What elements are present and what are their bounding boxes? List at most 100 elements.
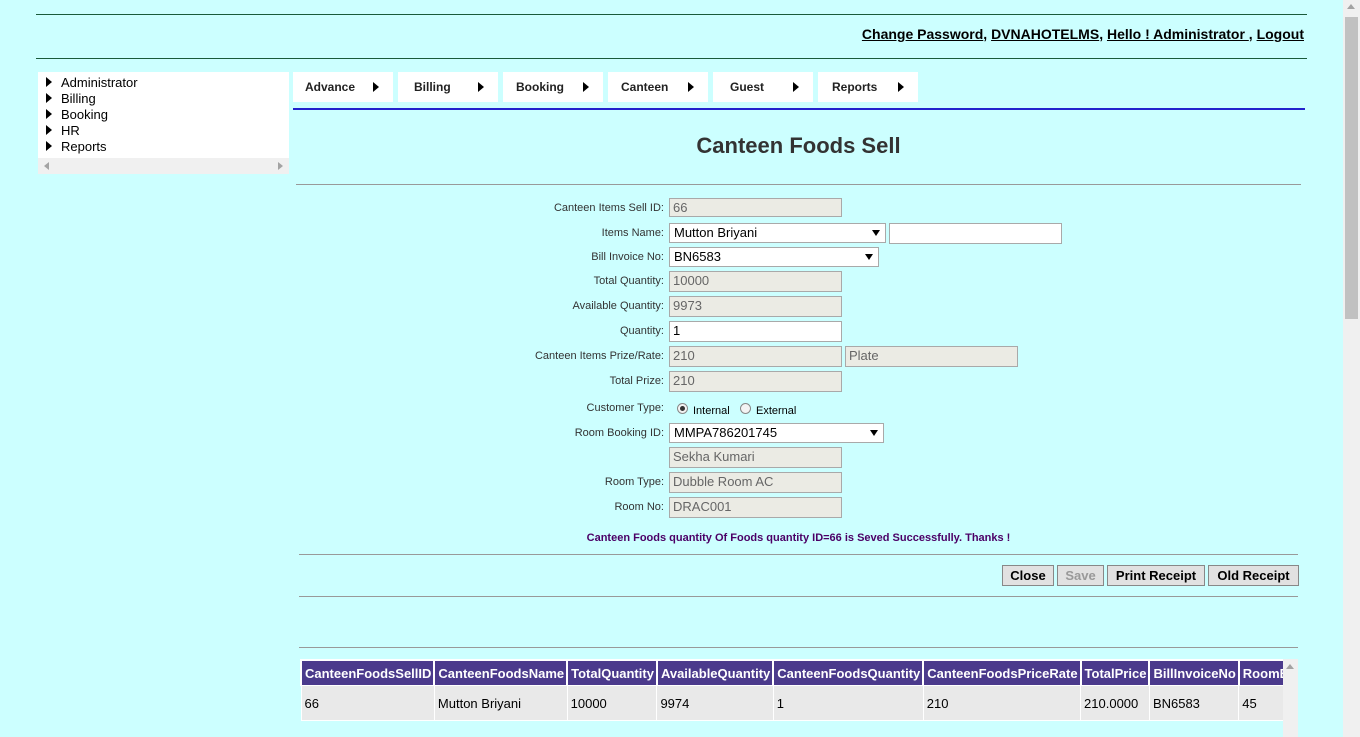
- scroll-right-icon[interactable]: [278, 162, 283, 170]
- table-cell: 10000: [566, 685, 658, 721]
- room-type-label: Room Type:: [604, 476, 664, 488]
- total-prize-field[interactable]: 210: [669, 371, 842, 392]
- bill-invoice-label: Bill Invoice No:: [591, 251, 664, 263]
- available-quantity-field[interactable]: 9973: [669, 296, 842, 317]
- grid-vertical-scrollbar[interactable]: [1283, 659, 1298, 737]
- change-password-link[interactable]: Change Password: [862, 26, 983, 42]
- chevron-down-icon: [870, 430, 878, 436]
- grid-divider: [299, 647, 1298, 648]
- scroll-up-icon[interactable]: [1347, 4, 1355, 9]
- scroll-up-icon[interactable]: [1286, 664, 1294, 669]
- form-divider: [299, 554, 1298, 555]
- column-header[interactable]: TotalQuantity: [566, 659, 658, 686]
- submenu-arrow-icon: [688, 82, 694, 92]
- table-row[interactable]: 66 Mutton Briyani 10000 9974 1 210 210.0…: [300, 685, 1284, 721]
- guest-name-field[interactable]: Sekha Kumari: [669, 447, 842, 468]
- submenu-arrow-icon: [478, 82, 484, 92]
- internal-radio-label: Internal: [693, 405, 730, 417]
- table-cell: 66: [300, 685, 435, 721]
- rate-label: Canteen Items Prize/Rate:: [534, 350, 664, 362]
- room-no-label: Room No:: [614, 501, 664, 513]
- tree-item-hr[interactable]: HR: [46, 123, 80, 138]
- room-type-field[interactable]: Dubble Room AC: [669, 472, 842, 493]
- menu-advance[interactable]: Advance: [293, 72, 393, 102]
- column-header[interactable]: CanteenFoodsPriceRate: [922, 659, 1082, 686]
- button-divider: [299, 596, 1298, 597]
- total-prize-label: Total Prize:: [609, 375, 664, 387]
- room-booking-label: Room Booking ID:: [574, 427, 664, 439]
- sell-id-field[interactable]: 66: [669, 198, 842, 217]
- chevron-down-icon: [865, 254, 873, 260]
- old-receipt-button[interactable]: Old Receipt: [1208, 565, 1299, 586]
- expand-arrow-icon: [46, 77, 52, 87]
- tree-item-reports[interactable]: Reports: [46, 139, 107, 154]
- submenu-arrow-icon: [793, 82, 799, 92]
- logout-link[interactable]: Logout: [1257, 26, 1304, 42]
- room-booking-select[interactable]: MMPA786201745: [669, 423, 884, 443]
- table-cell: Mutton Briyani: [433, 685, 568, 721]
- print-receipt-button[interactable]: Print Receipt: [1107, 565, 1205, 586]
- title-divider: [296, 184, 1301, 185]
- column-header[interactable]: BillInvoiceNo: [1148, 659, 1240, 686]
- items-name-select[interactable]: Mutton Briyani: [669, 223, 886, 243]
- menu-canteen[interactable]: Canteen: [608, 72, 708, 102]
- table-cell: 1: [772, 685, 924, 721]
- header-links: Change Password, DVNAHOTELMS, Hello ! Ad…: [861, 26, 1304, 42]
- menu-guest[interactable]: Guest: [713, 72, 813, 102]
- scroll-left-icon[interactable]: [44, 162, 49, 170]
- tree-item-billing[interactable]: Billing: [46, 91, 96, 106]
- rate-field[interactable]: 210: [669, 346, 842, 367]
- page-title: Canteen Foods Sell: [696, 133, 901, 158]
- header-rule: [36, 58, 1307, 59]
- table-cell: BN6583: [1148, 685, 1240, 721]
- external-radio-label: External: [756, 405, 797, 417]
- save-button[interactable]: Save: [1057, 565, 1104, 586]
- close-button[interactable]: Close: [1002, 565, 1054, 586]
- tree-item-booking[interactable]: Booking: [46, 107, 108, 122]
- scrollbar-thumb[interactable]: [1345, 17, 1358, 319]
- table-cell: 210.0000: [1080, 685, 1150, 721]
- tree-item-administrator[interactable]: Administrator: [46, 75, 138, 90]
- menu-reports[interactable]: Reports: [818, 72, 918, 102]
- table-cell: 9974: [656, 685, 774, 721]
- items-search-input[interactable]: [889, 223, 1062, 244]
- sidebar-tree: Administrator Billing Booking HR Reports: [38, 72, 289, 174]
- table-cell: 210: [922, 685, 1082, 721]
- submenu-arrow-icon: [373, 82, 379, 92]
- quantity-input[interactable]: 1: [669, 321, 842, 342]
- menu-booking[interactable]: Booking: [503, 72, 603, 102]
- column-header[interactable]: CanteenFoodsSellID: [300, 659, 436, 686]
- sales-table: CanteenFoodsSellID CanteenFoodsName Tota…: [300, 659, 1284, 721]
- expand-arrow-icon: [46, 93, 52, 103]
- external-radio[interactable]: [740, 403, 751, 414]
- greeting-link[interactable]: Hello ! Administrator: [1107, 26, 1249, 42]
- tree-horizontal-scrollbar[interactable]: [38, 158, 289, 174]
- column-header[interactable]: AvailableQuantity: [655, 659, 775, 686]
- submenu-arrow-icon: [898, 82, 904, 92]
- column-header[interactable]: CanteenFoodsName: [433, 659, 569, 686]
- available-quantity-label: Available Quantity:: [572, 300, 664, 312]
- hotel-name-link[interactable]: DVNAHOTELMS: [991, 26, 1099, 42]
- expand-arrow-icon: [46, 125, 52, 135]
- expand-arrow-icon: [46, 141, 52, 151]
- table-cell: 45: [1238, 685, 1284, 721]
- customer-type-label: Customer Type:: [586, 402, 664, 414]
- table-header-row: CanteenFoodsSellID CanteenFoodsName Tota…: [300, 659, 1284, 686]
- top-rule: [36, 14, 1307, 15]
- unit-field[interactable]: Plate: [845, 346, 1018, 367]
- status-message: Canteen Foods quantity Of Foods quantity…: [586, 532, 1011, 544]
- column-header[interactable]: TotalPrice: [1079, 659, 1151, 686]
- expand-arrow-icon: [46, 109, 52, 119]
- submenu-arrow-icon: [583, 82, 589, 92]
- column-header[interactable]: RoomBookingID: [1237, 659, 1284, 686]
- page-vertical-scrollbar[interactable]: [1343, 0, 1360, 737]
- room-no-field[interactable]: DRAC001: [669, 497, 842, 518]
- total-quantity-field[interactable]: 10000: [669, 271, 842, 292]
- quantity-label: Quantity:: [619, 325, 664, 337]
- menu-billing[interactable]: Billing: [398, 72, 498, 102]
- internal-radio[interactable]: [677, 403, 688, 414]
- sales-grid: CanteenFoodsSellID CanteenFoodsName Tota…: [300, 659, 1284, 737]
- chevron-down-icon: [872, 230, 880, 236]
- column-header[interactable]: CanteenFoodsQuantity: [772, 659, 925, 686]
- bill-invoice-select[interactable]: BN6583: [669, 247, 879, 267]
